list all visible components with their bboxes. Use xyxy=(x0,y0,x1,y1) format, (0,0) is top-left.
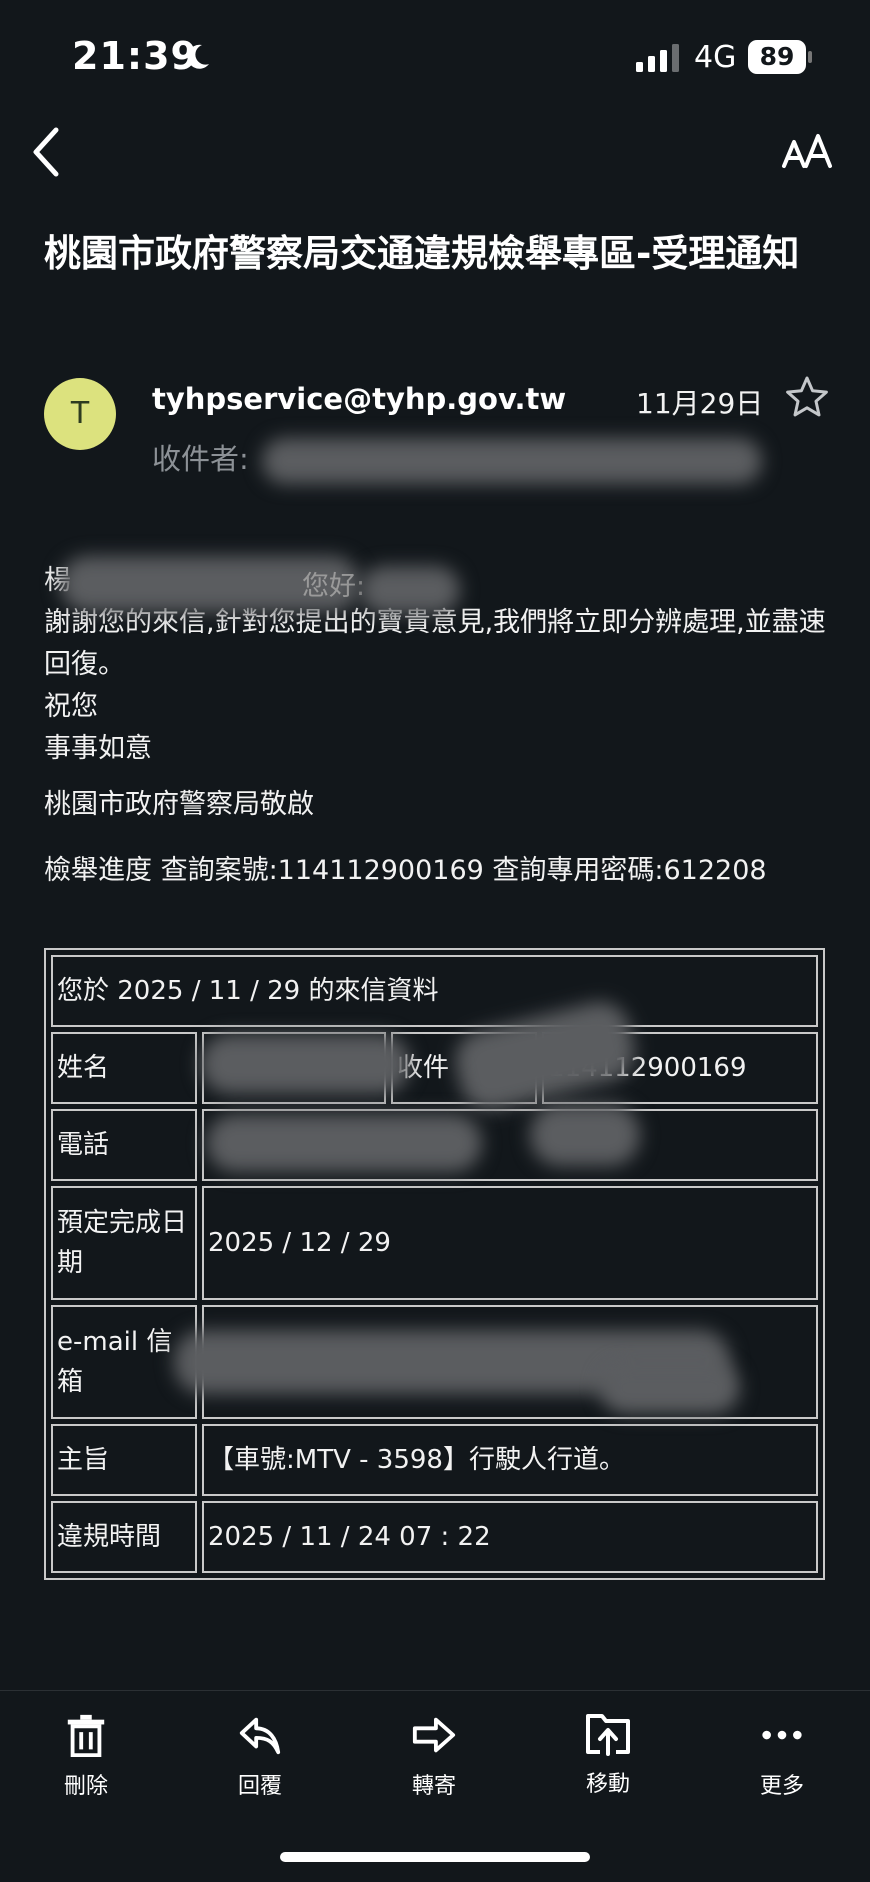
forward-button[interactable]: 轉寄 xyxy=(394,1704,474,1808)
recipient-label[interactable]: 收件者: xyxy=(152,436,249,478)
body-line-2: 祝您 xyxy=(44,691,98,722)
bottom-toolbar: 刪除 回覆 轉寄 移動 更多 xyxy=(0,1704,870,1814)
battery-level: 89 xyxy=(759,42,795,71)
redacted-phone xyxy=(206,1114,482,1172)
subject-value: 【車號:MTV - 3598】行駛人行道。 xyxy=(202,1424,818,1496)
star-icon[interactable] xyxy=(784,374,830,420)
more-button[interactable]: 更多 xyxy=(742,1704,822,1808)
redacted-phone-tail xyxy=(530,1104,640,1166)
case-number-line: 檢舉進度 查詢案號:114112900169 查詢專用密碼:612208 xyxy=(44,855,767,886)
status-bar: 21:39 4G 89 xyxy=(0,0,870,118)
move-button[interactable]: 移動 xyxy=(568,1704,648,1808)
subject-label: 主旨 xyxy=(51,1424,197,1496)
due-date-value: 2025 / 12 / 29 xyxy=(202,1186,818,1300)
violation-time-label: 違規時間 xyxy=(51,1501,197,1573)
redacted-name xyxy=(200,1034,410,1094)
forward-label: 轉寄 xyxy=(411,1774,456,1799)
trash-icon xyxy=(67,1714,105,1758)
body-line-1: 謝謝您的來信,針對您提出的寶貴意見,我們將立即分辨處理,並盡速回復。 xyxy=(44,607,826,680)
redacted-recipient xyxy=(262,438,762,484)
move-folder-icon xyxy=(586,1714,630,1756)
move-label: 移動 xyxy=(585,1772,630,1797)
name-label: 姓名 xyxy=(51,1032,197,1104)
greeting-suffix: 您好: xyxy=(302,571,366,602)
reply-label: 回覆 xyxy=(237,1774,282,1799)
violation-time-value: 2025 / 11 / 24 07 : 22 xyxy=(202,1501,818,1573)
home-indicator[interactable] xyxy=(280,1852,590,1862)
back-chevron-icon[interactable] xyxy=(28,124,68,180)
moon-icon xyxy=(187,44,209,69)
text-size-icon[interactable] xyxy=(780,132,836,172)
forward-arrow-icon xyxy=(412,1717,456,1753)
redacted-email-tail xyxy=(600,1362,740,1414)
more-dots-icon xyxy=(762,1730,802,1740)
sender-address[interactable]: tyhpservice@tyhp.gov.tw xyxy=(152,382,566,416)
email-date: 11月29日 xyxy=(636,387,764,420)
more-label: 更多 xyxy=(759,1774,804,1799)
table-header: 您於 2025 / 11 / 29 的來信資料 xyxy=(51,955,818,1027)
bottom-toolbar-divider xyxy=(0,1690,870,1691)
email-subject: 桃園市政府警察局交通違規檢舉專區-受理通知 xyxy=(44,232,800,275)
status-time: 21:39 xyxy=(72,34,198,78)
redacted-greeting-tail xyxy=(360,566,460,614)
signature: 桃園市政府警察局敬啟 xyxy=(44,789,314,820)
reply-button[interactable]: 回覆 xyxy=(220,1704,300,1808)
submission-info-table: 您於 2025 / 11 / 29 的來信資料 姓名 收件 1141129001… xyxy=(44,948,825,1580)
signal-icon xyxy=(636,44,679,72)
phone-label: 電話 xyxy=(51,1109,197,1181)
reply-icon xyxy=(239,1717,281,1755)
battery-icon: 89 xyxy=(748,40,812,74)
network-type: 4G xyxy=(694,40,737,75)
delete-button[interactable]: 刪除 xyxy=(46,1704,126,1808)
delete-label: 刪除 xyxy=(63,1774,108,1799)
sender-avatar[interactable]: T xyxy=(44,378,116,450)
body-line-3: 事事如意 xyxy=(44,733,152,764)
email-detail-screen: 21:39 4G 89 桃園市政府警察局交通違規檢舉專區-受理通知 T tyhp… xyxy=(0,0,870,1882)
due-date-label: 預定完成日期 xyxy=(51,1186,197,1300)
